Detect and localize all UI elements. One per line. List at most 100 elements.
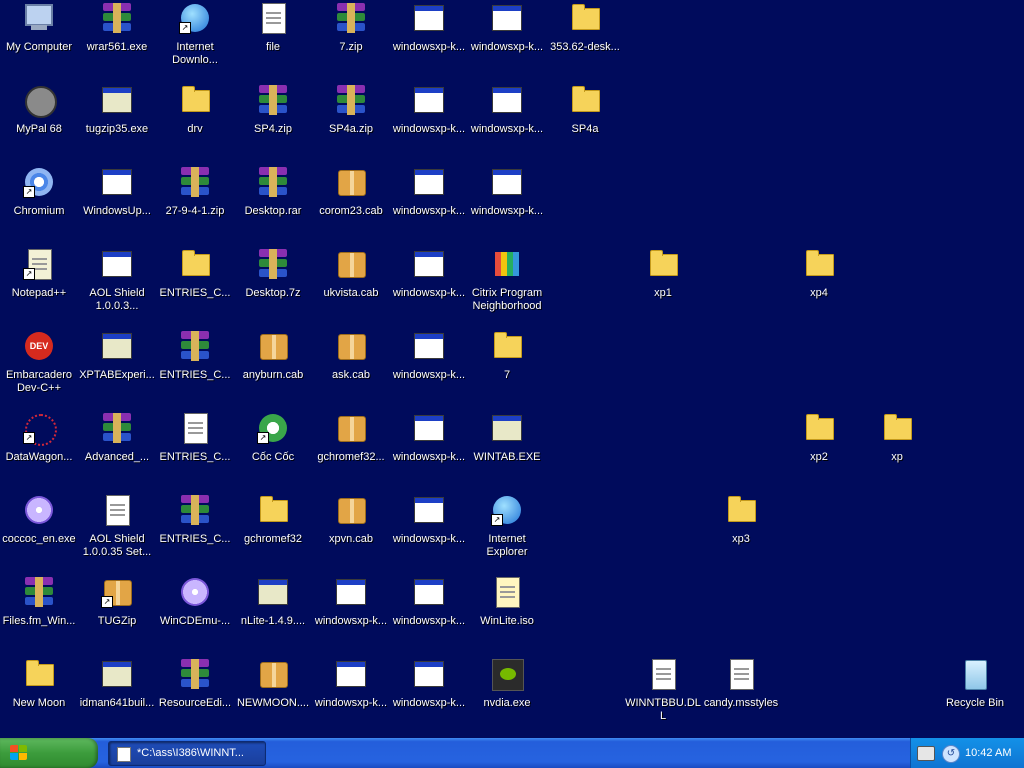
- desktop-icon[interactable]: Files.fm_Win...: [0, 574, 78, 654]
- clock[interactable]: 10:42 AM: [965, 738, 1011, 768]
- desktop-icon[interactable]: ↗ Internet Explorer: [468, 492, 546, 572]
- rar-icon: [179, 330, 211, 362]
- desktop-icon[interactable]: WinCDEmu-...: [156, 574, 234, 654]
- desktop-icon[interactable]: windowsxp-k...: [390, 656, 468, 736]
- desktop-icon[interactable]: WindowsUp...: [78, 164, 156, 244]
- desktop-icon[interactable]: ↗ DataWagon...: [0, 410, 78, 490]
- desktop-icon[interactable]: xp2: [780, 410, 858, 490]
- desktop-icon[interactable]: Recycle Bin: [936, 656, 1014, 736]
- folder-icon: [725, 494, 757, 526]
- desktop-icon[interactable]: wrar561.exe: [78, 0, 156, 80]
- desktop-icon[interactable]: xp3: [702, 492, 780, 572]
- desktop-icon[interactable]: 27-9-4-1.zip: [156, 164, 234, 244]
- desktop-icon-label: windowsxp-k...: [314, 615, 388, 627]
- desktop-icon[interactable]: Citrix Program Neighborhood: [468, 246, 546, 326]
- desktop-icon[interactable]: xpvn.cab: [312, 492, 390, 572]
- folder-icon: [881, 412, 913, 444]
- desktop-icon[interactable]: corom23.cab: [312, 164, 390, 244]
- desktop-icon-label: Internet Downlo...: [172, 41, 218, 66]
- desktop-icon[interactable]: WINNTBBU.DLL: [624, 656, 702, 736]
- desktop-icon[interactable]: idman641buil...: [78, 656, 156, 736]
- shortcut-arrow-icon: ↗: [23, 186, 35, 198]
- desktop-icon[interactable]: My Computer: [0, 0, 78, 80]
- taskbar-item-notepad[interactable]: *C:\ass\I386\WINNT...: [108, 741, 266, 766]
- shortcut-arrow-icon: ↗: [257, 432, 269, 444]
- desktop-icon[interactable]: WinLite.iso: [468, 574, 546, 654]
- desktop-icon[interactable]: nLite-1.4.9....: [234, 574, 312, 654]
- desktop-icon[interactable]: AOL Shield 1.0.0.35 Set...: [78, 492, 156, 572]
- window-icon: [491, 166, 523, 198]
- desktop-icon[interactable]: anyburn.cab: [234, 328, 312, 408]
- start-button[interactable]: [0, 738, 98, 768]
- desktop-icon[interactable]: windowsxp-k...: [390, 410, 468, 490]
- desktop-icon[interactable]: windowsxp-k...: [390, 492, 468, 572]
- desktop-icon[interactable]: windowsxp-k...: [312, 574, 390, 654]
- desktop-icon[interactable]: 353.62-desk...: [546, 0, 624, 80]
- desktop-icon[interactable]: nvdia.exe: [468, 656, 546, 736]
- desktop-icon[interactable]: windowsxp-k...: [468, 0, 546, 80]
- desktop-icon[interactable]: ↗ Internet Downlo...: [156, 0, 234, 80]
- desktop-icon-label: file: [265, 41, 281, 53]
- desktop-icon[interactable]: ↗ TUGZip: [78, 574, 156, 654]
- desktop-icon[interactable]: XPTABExperi...: [78, 328, 156, 408]
- desktop[interactable]: My Computer wrar561.exe ↗ Internet Downlo..…: [0, 0, 1024, 738]
- desktop-icon[interactable]: windowsxp-k...: [468, 82, 546, 162]
- desktop-icon[interactable]: ukvista.cab: [312, 246, 390, 326]
- desktop-icon[interactable]: New Moon: [0, 656, 78, 736]
- desktop-icon-label: NEWMOON....: [236, 697, 310, 709]
- folder-icon: [647, 248, 679, 280]
- back-arrow-icon[interactable]: ↺: [942, 745, 960, 763]
- desktop-icon[interactable]: windowsxp-k...: [390, 246, 468, 326]
- desktop-icon[interactable]: NEWMOON....: [234, 656, 312, 736]
- desktop-icon-label: ENTRIES_C...: [159, 533, 231, 545]
- desktop-icon[interactable]: ↗ Cốc Cốc: [234, 410, 312, 490]
- desktop-icon[interactable]: gchromef32...: [312, 410, 390, 490]
- shortcut-arrow-icon: ↗: [23, 432, 35, 444]
- desktop-icon[interactable]: windowsxp-k...: [390, 164, 468, 244]
- recycle-icon: [959, 658, 991, 690]
- desktop-icon-label: xp2: [810, 451, 828, 463]
- desktop-icon[interactable]: xp1: [624, 246, 702, 326]
- desktop-icon[interactable]: SP4.zip: [234, 82, 312, 162]
- desktop-icon[interactable]: windowsxp-k...: [390, 574, 468, 654]
- setup-icon: [257, 576, 289, 608]
- desktop-icon[interactable]: MyPal 68: [0, 82, 78, 162]
- desktop-icon-label: New Moon: [12, 697, 66, 709]
- desktop-icon-label: ukvista.cab: [323, 287, 379, 299]
- desktop-icon[interactable]: drv: [156, 82, 234, 162]
- desktop-icon-label: Internet Explorer: [486, 533, 528, 558]
- desktop-icon[interactable]: coccoc_en.exe: [0, 492, 78, 572]
- desktop-icon[interactable]: 7: [468, 328, 546, 408]
- desktop-icon[interactable]: ↗ Chromium: [0, 164, 78, 244]
- desktop-icon[interactable]: tugzip35.exe: [78, 82, 156, 162]
- desktop-icon[interactable]: ENTRIES_C...: [156, 246, 234, 326]
- desktop-icon[interactable]: file: [234, 0, 312, 80]
- desktop-icon[interactable]: ENTRIES_C...: [156, 410, 234, 490]
- desktop-icon[interactable]: windowsxp-k...: [312, 656, 390, 736]
- dll-icon: [647, 658, 679, 690]
- desktop-icon[interactable]: 7.zip: [312, 0, 390, 80]
- desktop-icon[interactable]: ENTRIES_C...: [156, 492, 234, 572]
- keyboard-icon[interactable]: [917, 746, 935, 761]
- desktop-icon[interactable]: gchromef32: [234, 492, 312, 572]
- desktop-icon[interactable]: windowsxp-k...: [390, 328, 468, 408]
- desktop-icon[interactable]: windowsxp-k...: [468, 164, 546, 244]
- desktop-icon[interactable]: xp4: [780, 246, 858, 326]
- desktop-icon[interactable]: ResourceEdi...: [156, 656, 234, 736]
- desktop-icon[interactable]: xp: [858, 410, 936, 490]
- desktop-icon[interactable]: Desktop.7z: [234, 246, 312, 326]
- desktop-icon[interactable]: candy.msstyles: [702, 656, 780, 736]
- desktop-icon[interactable]: Advanced_...: [78, 410, 156, 490]
- desktop-icon[interactable]: WINTAB.EXE: [468, 410, 546, 490]
- desktop-icon[interactable]: windowsxp-k...: [390, 0, 468, 80]
- msstyles-icon: [725, 658, 757, 690]
- desktop-icon[interactable]: windowsxp-k...: [390, 82, 468, 162]
- desktop-icon[interactable]: AOL Shield 1.0.0.3...: [78, 246, 156, 326]
- desktop-icon[interactable]: ask.cab: [312, 328, 390, 408]
- desktop-icon[interactable]: SP4a.zip: [312, 82, 390, 162]
- desktop-icon[interactable]: ENTRIES_C...: [156, 328, 234, 408]
- desktop-icon[interactable]: DEV Embarcadero Dev-C++: [0, 328, 78, 408]
- desktop-icon[interactable]: SP4a: [546, 82, 624, 162]
- desktop-icon[interactable]: ↗ Notepad++: [0, 246, 78, 326]
- desktop-icon[interactable]: Desktop.rar: [234, 164, 312, 244]
